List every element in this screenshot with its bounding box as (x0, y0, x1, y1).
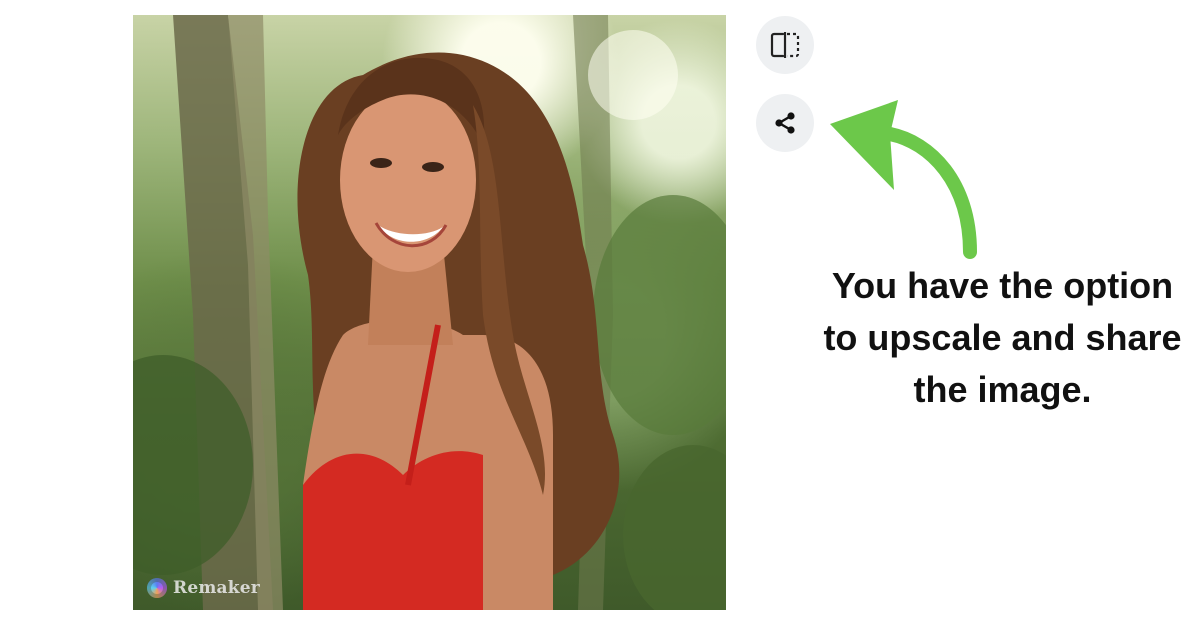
share-icon (775, 112, 795, 134)
portrait-illustration (133, 15, 726, 610)
curved-arrow-icon (830, 100, 977, 259)
split-compare-icon (770, 32, 800, 58)
caption-line: You have the option (831, 265, 1174, 306)
annotation-caption: You have the option to upscale and share… (805, 260, 1200, 416)
generated-image: Remaker (133, 15, 726, 610)
remaker-logo-icon (147, 578, 167, 598)
watermark: Remaker (147, 578, 260, 598)
upscale-button[interactable] (756, 16, 814, 74)
share-button[interactable] (756, 94, 814, 152)
caption-line: to upscale and share (823, 317, 1182, 358)
watermark-text: Remaker (173, 578, 260, 598)
caption-line: the image. (913, 369, 1092, 410)
